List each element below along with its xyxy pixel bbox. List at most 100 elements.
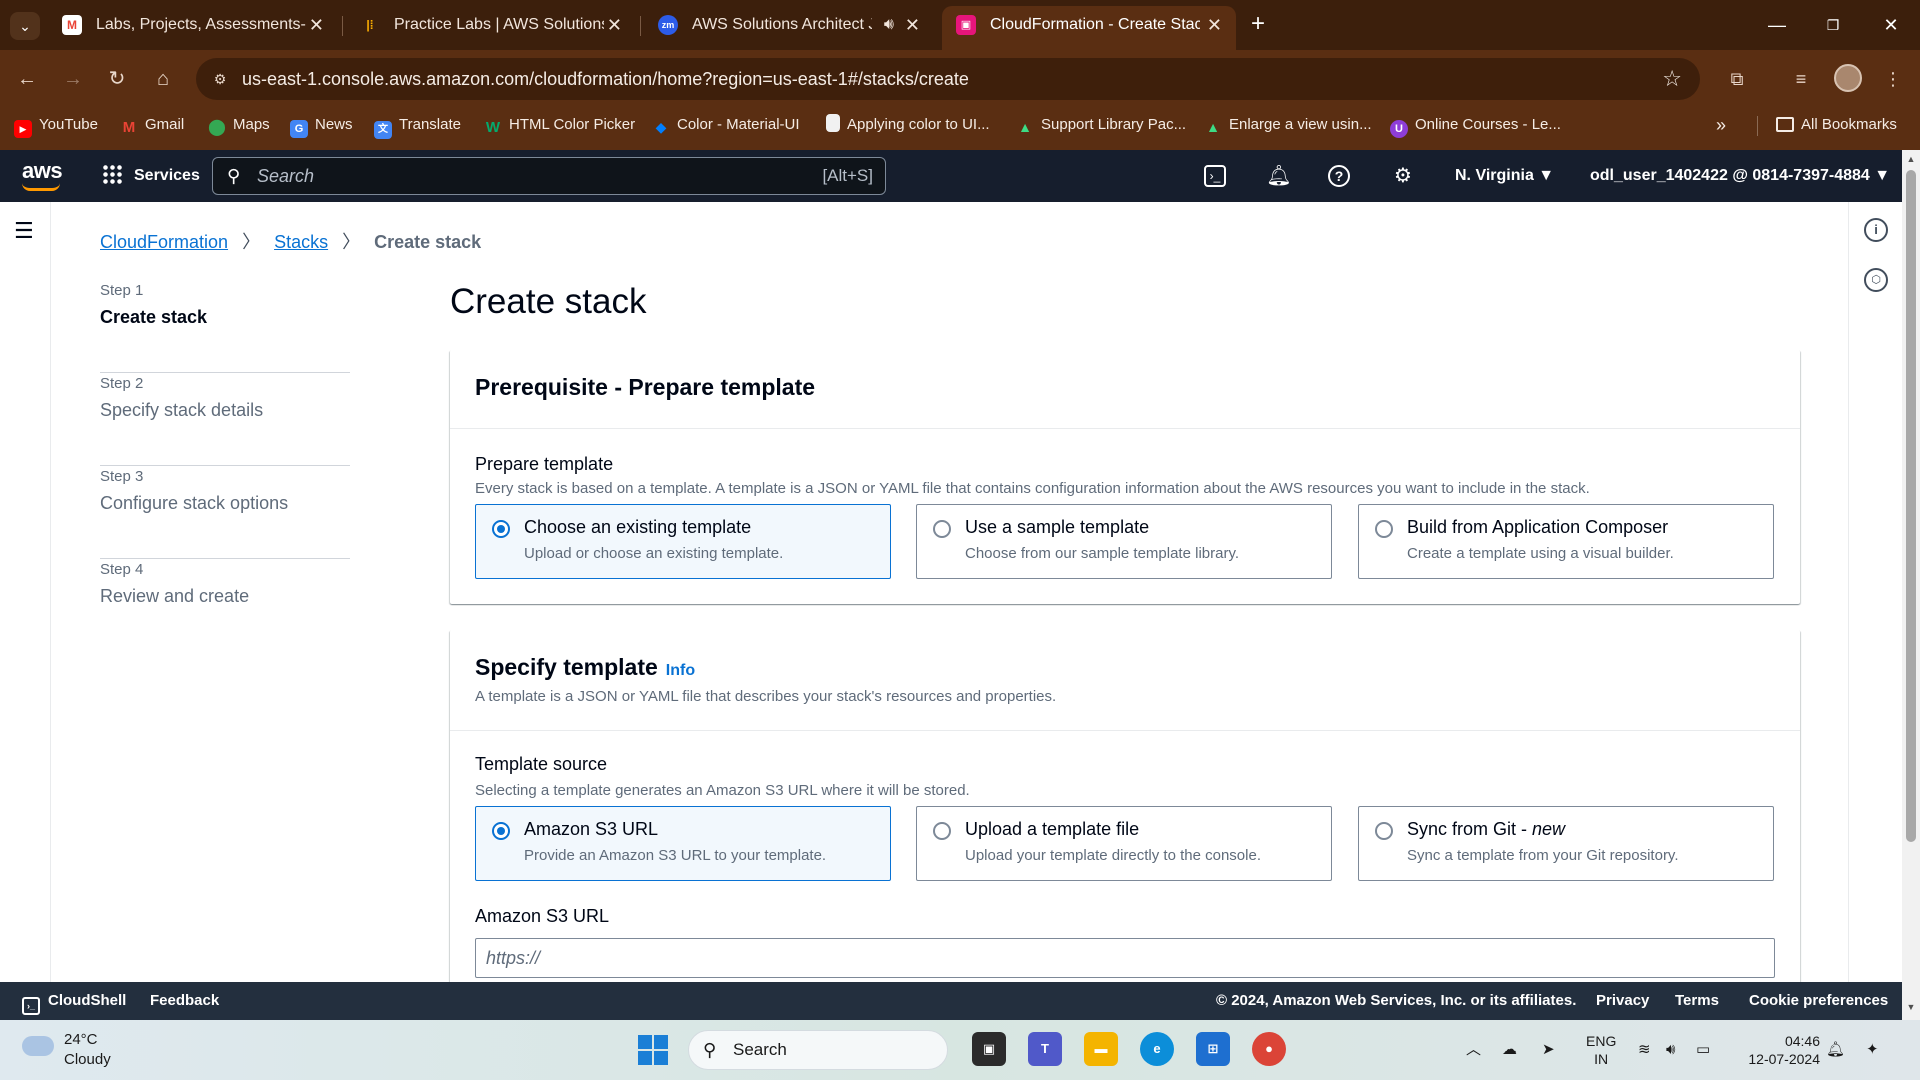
cloudshell-icon[interactable]: ›_ [1204, 165, 1226, 187]
volume-icon[interactable]: 🔊︎ [1666, 1020, 1675, 1080]
file-explorer-icon[interactable]: ▬ [1084, 1032, 1118, 1066]
microsoft-store-icon[interactable]: ⊞ [1196, 1032, 1230, 1066]
page-title: Create stack [450, 282, 647, 321]
terms-link[interactable]: Terms [1675, 982, 1719, 1020]
tab-practice-labs[interactable]: |⁞ Practice Labs | AWS Solutions A ✕ [346, 6, 636, 44]
bookmark-applying-color[interactable]: Applying color to UI... [826, 108, 990, 142]
notification-bell-icon[interactable]: 🔔︎ [1826, 1020, 1845, 1080]
tutorial-hexagon-icon[interactable]: ⬡ [1864, 268, 1888, 292]
copilot-icon[interactable]: ✦ [1866, 1020, 1879, 1080]
option-upload-template-file[interactable]: Upload a template file Upload your templ… [916, 806, 1332, 881]
help-icon[interactable]: ? [1328, 165, 1350, 187]
bookmark-youtube[interactable]: ▶ YouTube [14, 108, 98, 142]
battery-icon[interactable]: ▭ [1696, 1020, 1710, 1080]
cookie-preferences-link[interactable]: Cookie preferences [1749, 982, 1888, 1020]
minimize-icon[interactable]: — [1762, 10, 1792, 40]
feedback-link[interactable]: Feedback [150, 982, 219, 1020]
close-icon[interactable]: ✕ [1207, 6, 1222, 44]
bookmark-maps[interactable]: ⬤ Maps [208, 108, 270, 142]
system-clock[interactable]: 04:46 12-07-2024 [1738, 1032, 1820, 1068]
teams-icon[interactable]: T [1028, 1032, 1062, 1066]
task-view-icon[interactable]: ▣ [972, 1032, 1006, 1066]
region-selector[interactable]: N. Virginia ▼ [1455, 150, 1554, 202]
tab-labs[interactable]: M Labs, Projects, Assessments-Lab ✕ [48, 6, 338, 44]
close-icon[interactable]: ✕ [905, 6, 920, 44]
scrollbar-thumb[interactable] [1906, 170, 1916, 842]
close-icon[interactable]: ✕ [309, 6, 324, 44]
new-tab-button[interactable]: + [1244, 10, 1272, 38]
option-sync-from-git[interactable]: Sync from Git - new Sync a template from… [1358, 806, 1774, 881]
side-navigation-toggle-icon[interactable]: ☰ [14, 218, 34, 244]
amazon-s3-url-input[interactable] [476, 939, 1774, 977]
bookmark-translate[interactable]: 文 Translate [374, 108, 461, 142]
site-info-icon[interactable]: ⚙ [210, 69, 230, 89]
wifi-icon[interactable]: ≋ [1638, 1020, 1651, 1080]
more-bookmarks-icon[interactable]: » [1716, 108, 1726, 142]
services-menu-button[interactable]: Services [102, 150, 200, 202]
media-controls-icon[interactable]: ≡ [1786, 64, 1816, 94]
info-circle-icon[interactable]: i [1864, 218, 1888, 242]
radio-button-selected[interactable] [492, 520, 510, 538]
forward-icon[interactable]: → [58, 64, 88, 94]
bookmark-material-ui[interactable]: ◆ Color - Material-UI [652, 108, 800, 142]
option-amazon-s3-url[interactable]: Amazon S3 URL Provide an Amazon S3 URL t… [475, 806, 891, 881]
breadcrumb-cloudformation[interactable]: CloudFormation [100, 232, 228, 252]
privacy-link[interactable]: Privacy [1596, 982, 1649, 1020]
radio-button[interactable] [933, 822, 951, 840]
page-scrollbar[interactable]: ▲ ▼ [1902, 150, 1920, 1020]
location-icon[interactable]: ➤ [1542, 1020, 1555, 1080]
option-choose-existing-template[interactable]: Choose an existing template Upload or ch… [475, 504, 891, 579]
bookmark-online-courses[interactable]: U Online Courses - Le... [1390, 108, 1561, 142]
home-icon[interactable]: ⌂ [148, 64, 178, 94]
radio-button[interactable] [1375, 822, 1393, 840]
breadcrumb-stacks[interactable]: Stacks [274, 232, 328, 252]
all-bookmarks[interactable]: All Bookmarks [1776, 108, 1897, 142]
edge-icon[interactable]: e [1140, 1032, 1174, 1066]
weather-widget[interactable]: 24°C Cloudy [22, 1030, 111, 1070]
account-menu[interactable]: odl_user_1402422 @ 0814-7397-4884 ▼ [1590, 150, 1890, 202]
tab-search-button[interactable]: ⌄ [10, 12, 40, 40]
settings-gear-icon[interactable]: ⚙ [1390, 163, 1416, 189]
browser-menu-icon[interactable]: ⋮ [1878, 64, 1908, 94]
android-icon: ▲ [1206, 119, 1220, 135]
extensions-icon[interactable]: ⧉ [1722, 64, 1752, 94]
speaker-icon[interactable]: 🔊︎ [884, 6, 894, 44]
option-use-sample-template[interactable]: Use a sample template Choose from our sa… [916, 504, 1332, 579]
aws-logo[interactable]: aws [22, 158, 63, 184]
bookmark-star-icon[interactable]: ☆ [1662, 66, 1682, 92]
tab-zoom-meeting[interactable]: zm AWS Solutions Architect JU 🔊︎ ✕ [644, 6, 934, 44]
taskbar-search[interactable]: ⚲ Search [688, 1030, 948, 1070]
scroll-down-icon[interactable]: ▼ [1905, 1002, 1917, 1012]
show-hidden-icons[interactable]: ︿ [1466, 1020, 1481, 1080]
info-link[interactable]: Info [666, 662, 695, 679]
radio-button[interactable] [933, 520, 951, 538]
option-build-from-application-composer[interactable]: Build from Application Composer Create a… [1358, 504, 1774, 579]
windows-start-icon[interactable] [638, 1035, 668, 1065]
amazon-s3-url-field[interactable] [475, 938, 1775, 978]
chrome-icon[interactable]: ● [1252, 1032, 1286, 1066]
language-indicator[interactable]: ENG IN [1586, 1032, 1616, 1068]
bookmark-news[interactable]: G News [290, 108, 353, 142]
address-bar[interactable]: ⚙ us-east-1.console.aws.amazon.com/cloud… [196, 58, 1700, 100]
wizard-step-2: Step 2 Specify stack details [100, 373, 350, 466]
bookmark-support-library[interactable]: ▲ Support Library Pac... [1016, 108, 1186, 142]
cloudshell-button[interactable]: ›_ CloudShell [22, 982, 126, 1020]
restore-icon[interactable]: ❐ [1818, 10, 1848, 40]
scroll-up-icon[interactable]: ▲ [1905, 154, 1917, 164]
radio-button-selected[interactable] [492, 822, 510, 840]
bookmark-gmail[interactable]: M Gmail [120, 108, 184, 142]
back-icon[interactable]: ← [12, 64, 42, 94]
bookmarks-bar: ▶ YouTube M Gmail ⬤ Maps G News 文 Translate W… [0, 108, 1920, 150]
window-close-icon[interactable]: ✕ [1876, 10, 1906, 40]
utility-panel: i ⬡ [1848, 202, 1902, 982]
tab-cloudformation[interactable]: ▣ CloudFormation - Create Stack ✕ [942, 6, 1236, 50]
aws-search-input[interactable]: ⚲ Search [Alt+S] [212, 157, 886, 195]
close-icon[interactable]: ✕ [607, 6, 622, 44]
onedrive-icon[interactable]: ☁ [1502, 1020, 1517, 1080]
profile-avatar[interactable] [1834, 64, 1862, 92]
bookmark-html-color-picker[interactable]: W HTML Color Picker [484, 108, 635, 142]
radio-button[interactable] [1375, 520, 1393, 538]
bookmark-enlarge-view[interactable]: ▲ Enlarge a view usin... [1204, 108, 1372, 142]
notifications-bell-icon[interactable]: 🔔︎ [1266, 163, 1292, 189]
reload-icon[interactable]: ↻ [102, 64, 132, 94]
